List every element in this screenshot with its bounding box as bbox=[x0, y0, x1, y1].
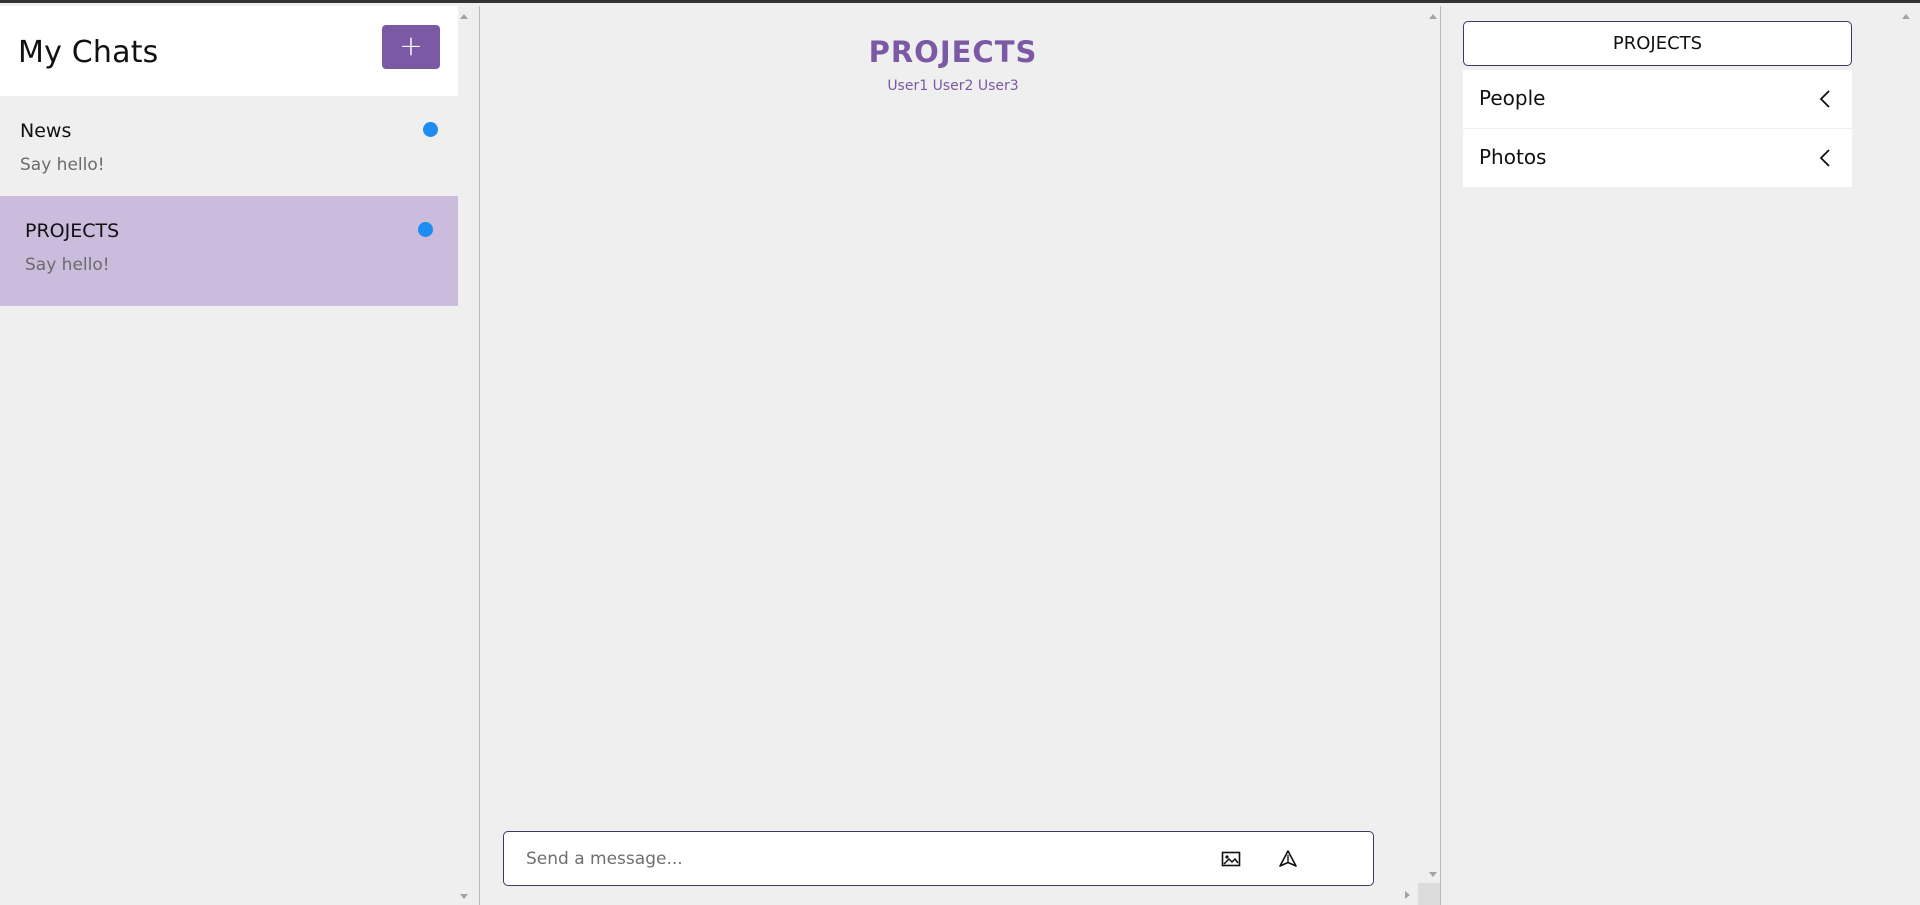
send-icon[interactable] bbox=[1276, 847, 1300, 871]
chat-preview: Say hello! bbox=[25, 255, 110, 275]
message-composer bbox=[503, 831, 1374, 886]
conversation-members: User1 User2 User3 bbox=[887, 78, 1019, 94]
message-input[interactable] bbox=[526, 844, 1166, 874]
scrollbar-corner bbox=[1418, 883, 1440, 905]
section-label: People bbox=[1479, 86, 1546, 110]
chat-list-header: My Chats + bbox=[0, 6, 458, 96]
chat-details-title: PROJECTS bbox=[1463, 21, 1852, 66]
conversation-title: PROJECTS bbox=[868, 35, 1038, 69]
unread-indicator bbox=[418, 222, 433, 237]
scroll-down-icon[interactable] bbox=[1429, 872, 1437, 877]
chevron-left-icon bbox=[1819, 90, 1830, 108]
unread-indicator bbox=[423, 122, 438, 137]
scroll-up-icon[interactable] bbox=[460, 14, 468, 19]
chat-name: PROJECTS bbox=[25, 220, 120, 242]
chevron-left-icon bbox=[1819, 149, 1830, 167]
chat-details-panel: PROJECTS People Photos bbox=[1441, 6, 1920, 905]
scroll-down-icon[interactable] bbox=[460, 894, 468, 899]
chat-preview: Say hello! bbox=[20, 155, 105, 175]
scroll-up-icon[interactable] bbox=[1429, 14, 1437, 19]
chat-list-panel: My Chats + News Say hello! PROJECTS Say … bbox=[0, 6, 479, 905]
conversation-panel: PROJECTS User1 User2 User3 bbox=[480, 6, 1440, 905]
conversation-scrollbar[interactable] bbox=[1426, 6, 1440, 905]
scroll-right-icon[interactable] bbox=[1405, 891, 1410, 899]
chat-list-scrollbar[interactable] bbox=[457, 6, 471, 905]
details-scrollbar[interactable] bbox=[1899, 6, 1913, 905]
section-people[interactable]: People bbox=[1463, 70, 1852, 128]
chat-item-news[interactable]: News Say hello! bbox=[0, 96, 458, 206]
scroll-up-icon[interactable] bbox=[1902, 14, 1910, 19]
chat-item-projects[interactable]: PROJECTS Say hello! bbox=[0, 196, 458, 306]
image-icon[interactable] bbox=[1219, 847, 1243, 871]
new-chat-button[interactable]: + bbox=[382, 25, 440, 69]
section-label: Photos bbox=[1479, 145, 1547, 169]
section-photos[interactable]: Photos bbox=[1463, 129, 1852, 187]
chat-name: News bbox=[20, 120, 72, 142]
chat-list-title: My Chats bbox=[18, 35, 159, 70]
